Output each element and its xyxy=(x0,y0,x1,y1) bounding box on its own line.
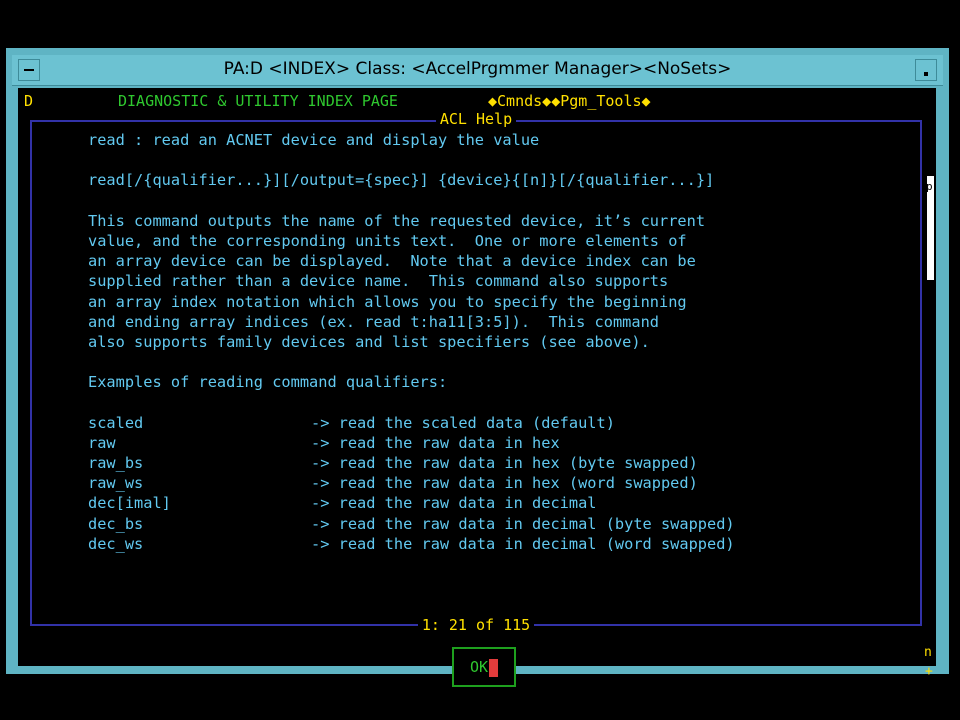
qualifier-name: raw_ws xyxy=(88,474,144,493)
text-cursor xyxy=(489,658,499,677)
app-window: PA:D <INDEX> Class: <AccelPrgmmer Manage… xyxy=(6,48,949,687)
scroll-down-icon[interactable]: n xyxy=(924,645,932,660)
help-line: and ending array indices (ex. read t:ha1… xyxy=(88,312,659,331)
help-line: read[/{qualifier...}][/output={spec}] {d… xyxy=(88,171,715,190)
help-line: This command outputs the name of the req… xyxy=(88,211,706,230)
help-line: value, and the corresponding units text.… xyxy=(88,231,687,250)
minimize-button[interactable] xyxy=(915,59,937,81)
window-title: PA:D <INDEX> Class: <AccelPrgmmer Manage… xyxy=(223,59,732,79)
qualifier-description: -> read the raw data in hex (word swappe… xyxy=(311,474,698,493)
help-line: Examples of reading command qualifiers: xyxy=(88,373,448,392)
qualifier-name: dec_bs xyxy=(88,514,144,533)
qualifier-row: dec_ws -> read the raw data in decimal (w… xyxy=(88,534,888,554)
help-text: read : read an ACNET device and display … xyxy=(88,130,888,554)
qualifier-row: raw -> read the raw data in hex xyxy=(88,433,888,453)
page-title: DIAGNOSTIC & UTILITY INDEX PAGE xyxy=(118,92,398,110)
dialog-title: ACL Help xyxy=(435,110,517,128)
qualifier-description: -> read the raw data in decimal xyxy=(311,494,597,513)
help-dialog: ACL Help read : read an ACNET device and… xyxy=(30,110,922,687)
qualifier-description: -> read the raw data in decimal (byte sw… xyxy=(311,514,735,533)
qualifier-description: -> read the raw data in hex xyxy=(311,433,560,452)
help-line: supplied rather than a device name. This… xyxy=(88,272,669,291)
ok-button[interactable]: OK xyxy=(452,647,516,687)
help-line xyxy=(88,392,888,412)
title-bar[interactable]: PA:D <INDEX> Class: <AccelPrgmmer Manage… xyxy=(12,55,943,86)
page-prefix: D xyxy=(24,92,34,110)
help-line xyxy=(88,150,888,170)
help-line: read : read an ACNET device and display … xyxy=(88,131,540,149)
help-line: an array index notation which allows you… xyxy=(88,292,687,311)
qualifier-row: scaled -> read the scaled data (default) xyxy=(88,413,888,433)
qualifier-description: -> read the scaled data (default) xyxy=(311,413,615,432)
qualifier-name: raw_bs xyxy=(88,454,144,472)
qualifier-row: dec[imal] -> read the raw data in decimal xyxy=(88,493,888,513)
scroll-plus-icon[interactable]: + xyxy=(925,664,933,679)
line-status: 1: 21 of 115 xyxy=(417,616,535,634)
qualifier-name: dec[imal] xyxy=(88,494,171,513)
qualifier-name: scaled xyxy=(88,413,144,432)
qualifier-description: -> read the raw data in hex (byte swappe… xyxy=(311,454,698,472)
qualifier-name: raw xyxy=(88,433,116,452)
scroll-up-icon[interactable]: p xyxy=(926,180,933,193)
help-line xyxy=(88,191,888,211)
help-line: an array device can be displayed. Note t… xyxy=(88,252,696,271)
qualifier-row: raw_bs -> read the raw data in hex (byte … xyxy=(88,453,888,473)
minimize-icon xyxy=(924,72,928,76)
qualifier-name: dec_ws xyxy=(88,534,144,553)
page-content: D DIAGNOSTIC & UTILITY INDEX PAGE ◆Cmnds… xyxy=(18,88,936,687)
help-line xyxy=(88,352,888,372)
qualifier-description: -> read the raw data in decimal (word sw… xyxy=(311,534,735,553)
ok-label: OK xyxy=(469,658,489,676)
menu-bar[interactable]: ◆Cmnds◆◆Pgm_Tools◆ xyxy=(488,92,651,110)
qualifier-row: raw_ws -> read the raw data in hex (word … xyxy=(88,473,888,493)
help-line: also supports family devices and list sp… xyxy=(88,332,650,351)
qualifier-row: dec_bs -> read the raw data in decimal (b… xyxy=(88,514,888,534)
